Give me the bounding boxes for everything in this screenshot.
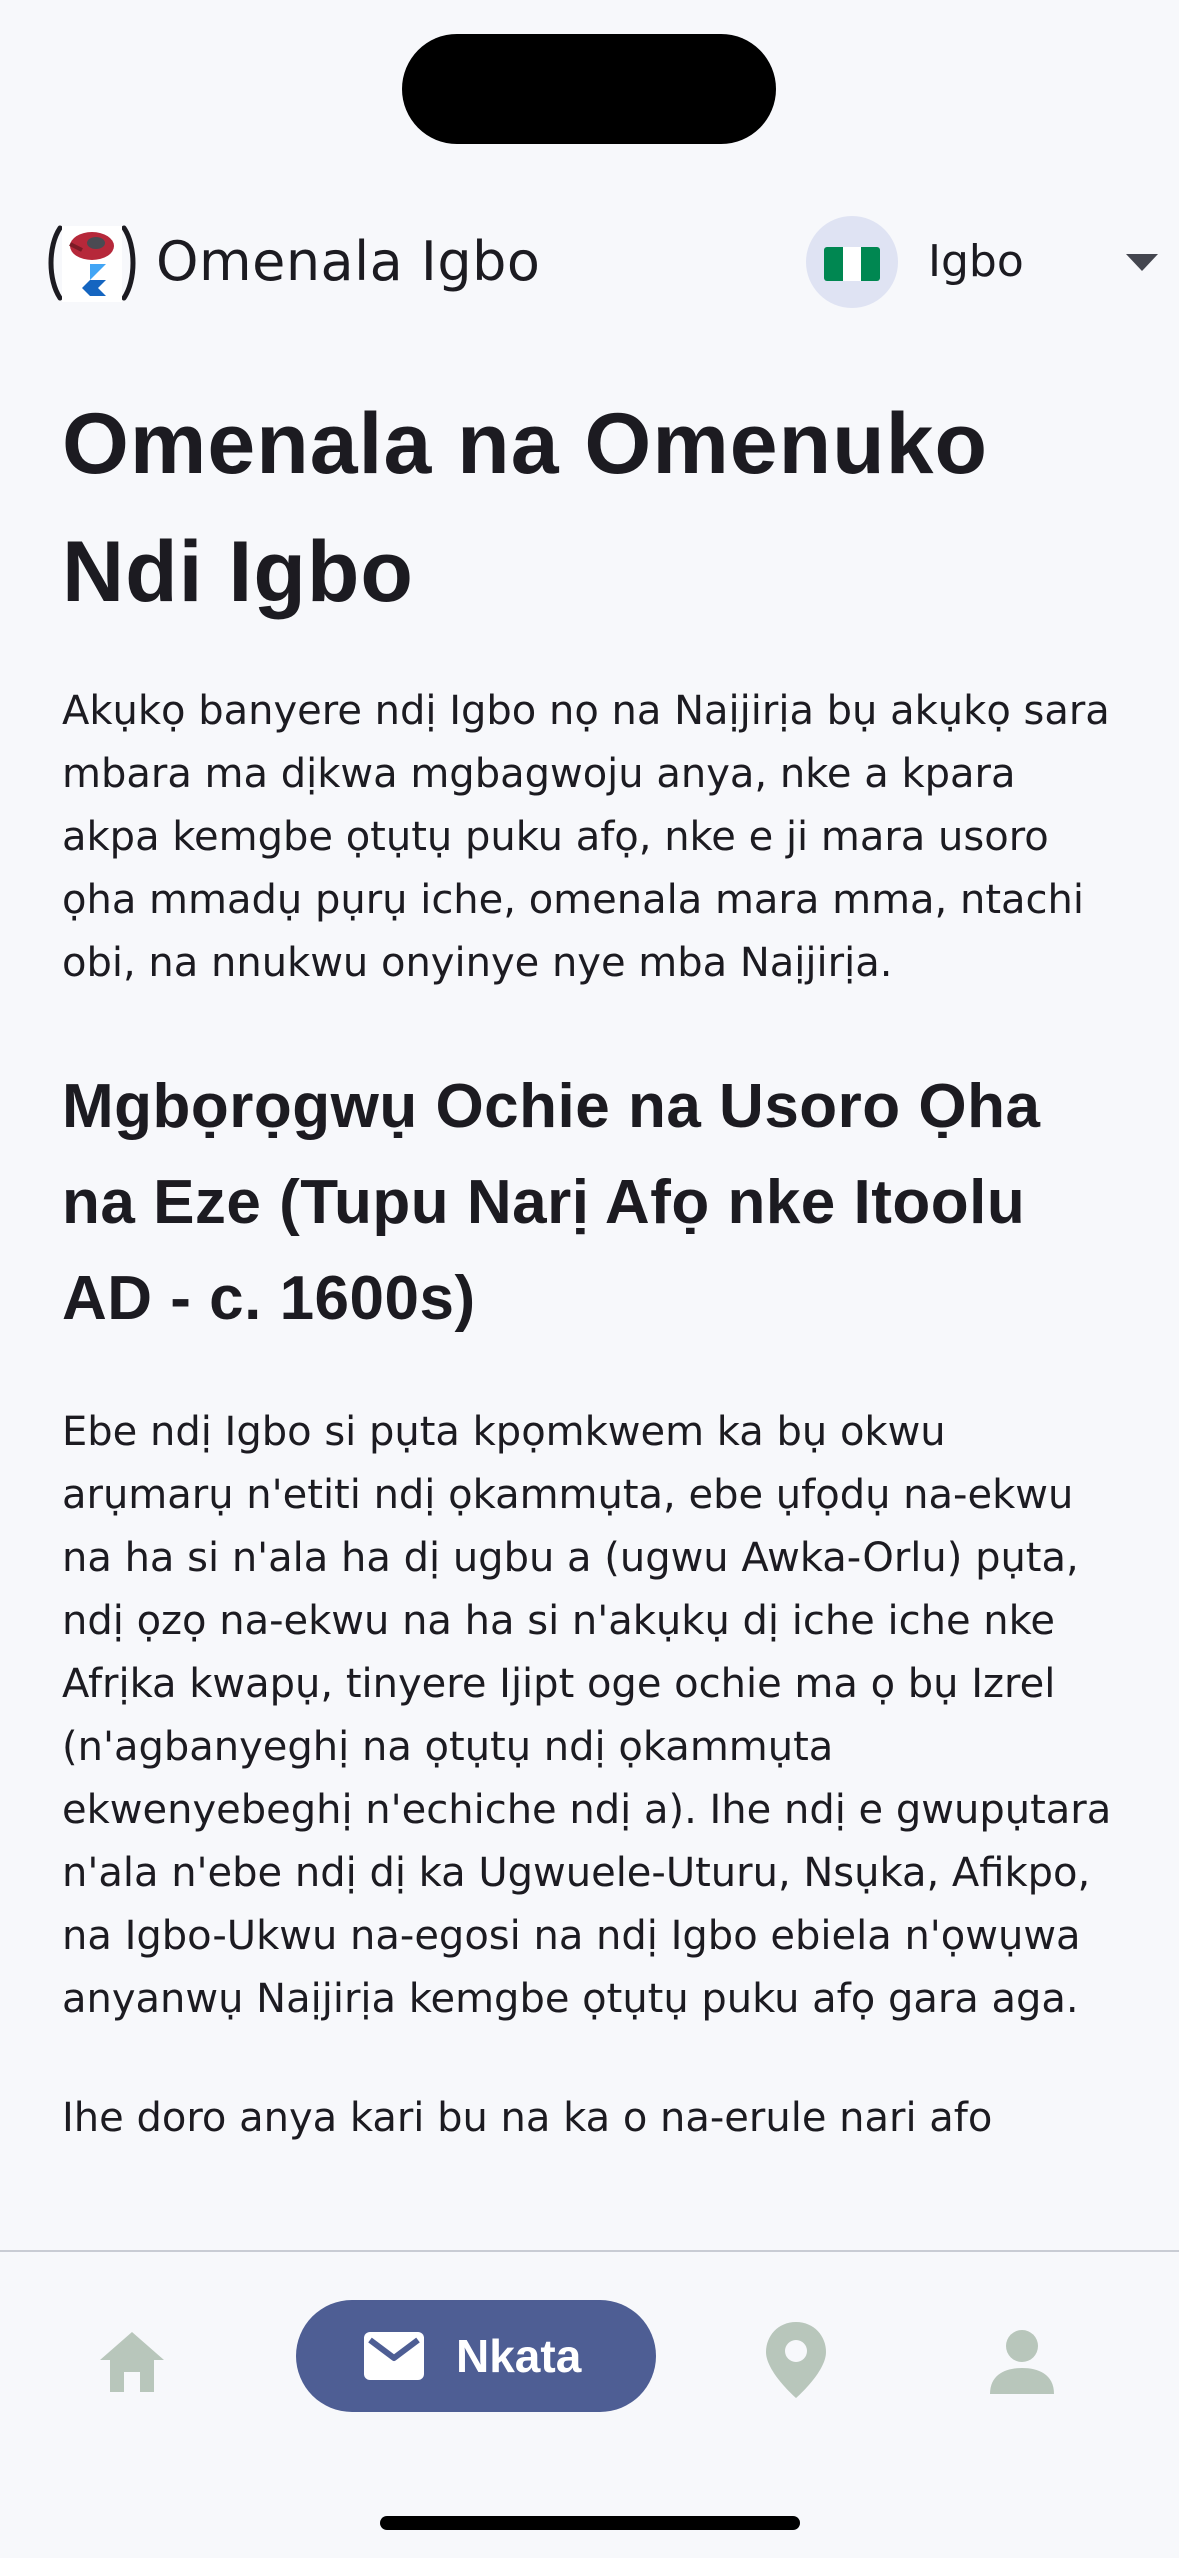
location-pin-icon[interactable] [760, 2318, 832, 2402]
language-label: Igbo [928, 236, 1024, 287]
language-selector[interactable]: Igbo [806, 214, 1166, 310]
intro-paragraph: Akụkọ banyere ndị Igbo nọ na Naịjirịa bụ… [62, 688, 1110, 986]
nav-item-messages-label: Nkata [456, 2330, 582, 2382]
section-title: Mgbọrọgwụ Ochie na Usoro Ọha na Eze (Tup… [62, 1072, 1041, 1333]
nigeria-flag-icon [824, 247, 880, 281]
article-content[interactable]: Omenala na Omenuko Ndi Igbo Akụkọ banyer… [62, 380, 1122, 2250]
page-title: Omenala na Omenuko Ndi Igbo [62, 396, 989, 620]
section-paragraph: Ebe ndị Igbo si pụta kpọmkwem ka bụ okwu… [62, 1409, 1112, 2022]
bottom-navigation-bar: Nkata [0, 2250, 1179, 2558]
flag-avatar [806, 216, 898, 308]
app-logo-icon [48, 225, 136, 302]
nav-item-messages[interactable]: Nkata [296, 2300, 656, 2412]
partial-paragraph: Ihe doro anya kari bu na ka o na-erule n… [62, 2095, 993, 2141]
home-indicator [380, 2516, 800, 2530]
app-bar: Omenala Igbo Igbo [0, 200, 1179, 324]
dynamic-island [402, 34, 776, 144]
person-icon[interactable] [982, 2322, 1062, 2402]
dropdown-caret-icon[interactable] [1126, 254, 1158, 271]
home-icon[interactable] [92, 2322, 172, 2402]
app-title: Omenala Igbo [156, 230, 541, 293]
mail-icon [364, 2332, 424, 2380]
